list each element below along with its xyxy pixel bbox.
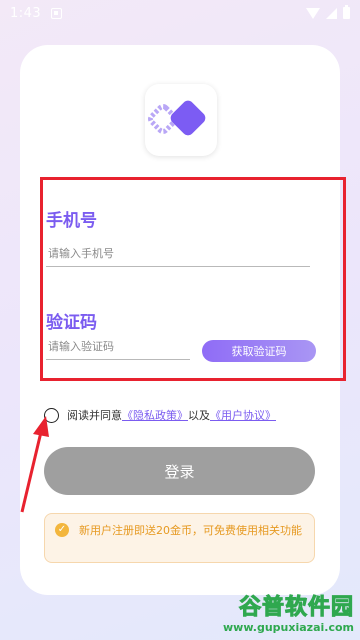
notification-icon [51, 7, 63, 19]
watermark-title: 谷普软件园 [238, 595, 354, 621]
privacy-policy-link[interactable]: 《隐私政策》 [122, 407, 188, 423]
app-logo [145, 84, 217, 156]
login-button[interactable]: 登录 [44, 447, 315, 495]
app-logo-icon [148, 100, 206, 136]
radio-unchecked-icon[interactable] [44, 407, 59, 423]
battery-icon [343, 5, 350, 19]
agreement-prefix: 阅读并同意 [67, 409, 122, 422]
code-input[interactable] [46, 334, 190, 360]
code-label: 验证码 [46, 313, 97, 333]
phone-label: 手机号 [46, 211, 97, 231]
watermark: 谷普软件园 www.gupuxiazai.com [223, 589, 354, 635]
agreement-row: 阅读并同意 《隐私政策》 以及 《用户协议》 [44, 405, 276, 425]
notice-text: 新用户注册即送20金币，可免费使用相关功能 [79, 524, 302, 537]
wifi-icon [306, 7, 320, 19]
check-circle-icon: ✓ [55, 523, 69, 537]
status-icons [306, 5, 350, 19]
new-user-notice: ✓ 新用户注册即送20金币，可免费使用相关功能 [44, 513, 315, 563]
get-code-button[interactable]: 获取验证码 [202, 340, 316, 362]
watermark-url: www.gupuxiazai.com [223, 621, 354, 634]
status-time: 1:43 [10, 5, 42, 21]
signal-icon [326, 7, 337, 19]
status-bar: 1:43 [0, 0, 360, 26]
phone-input[interactable] [46, 241, 310, 267]
user-agreement-link[interactable]: 《用户协议》 [210, 407, 276, 423]
agreement-middle: 以及 [188, 409, 210, 422]
